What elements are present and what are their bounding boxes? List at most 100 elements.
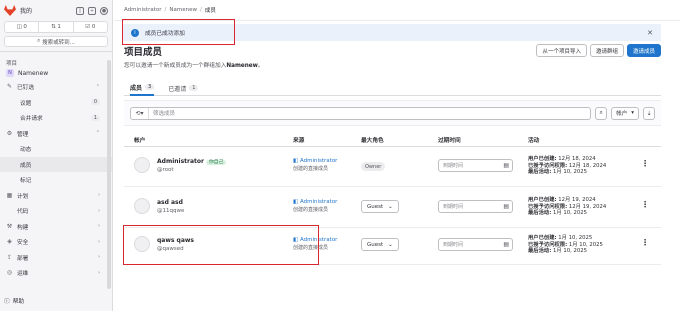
user-avatar-icon[interactable]: ● bbox=[100, 6, 108, 15]
sidebar-item[interactable]: 代码 › bbox=[0, 203, 112, 219]
page-description: 您可以邀请一个新成员成为一个群组加入Namenew。 bbox=[124, 63, 264, 69]
chevron-icon: › bbox=[98, 207, 100, 214]
issues-icon: ◫ bbox=[16, 24, 22, 30]
new-plus-icon[interactable]: + bbox=[88, 6, 96, 15]
todos-count-button[interactable]: ☑ 0 bbox=[74, 22, 107, 32]
sidebar-project[interactable]: N Namenew bbox=[0, 67, 112, 79]
issues-count-button[interactable]: ◫ 0 bbox=[5, 22, 40, 32]
filter-bar: ⟲▾ 筛选成员 ⌕ 帐户 ▾ ⇣ bbox=[124, 100, 661, 126]
you-badge: 你自己 bbox=[205, 160, 227, 165]
count-badge: 1 bbox=[90, 114, 100, 121]
chevron-icon: › bbox=[98, 223, 100, 230]
invite-group-button[interactable]: 邀请群组 bbox=[589, 44, 624, 57]
calendar-icon: ▤ bbox=[503, 203, 509, 210]
breadcrumb-item[interactable]: 成员 bbox=[205, 6, 216, 14]
nav-icon: ▦ bbox=[6, 191, 13, 199]
expiration-date-input[interactable]: 到期时间 ▤ bbox=[438, 159, 513, 172]
nav-icon: ⚙ bbox=[6, 129, 13, 137]
calendar-icon: ▤ bbox=[503, 241, 509, 248]
help-button[interactable]: ⓘ 帮助 bbox=[4, 296, 24, 305]
table-row: asd asd @11qqwe ◧ Administrator 创建的直接成员 G… bbox=[124, 188, 661, 228]
sidebar-item[interactable]: 动态 bbox=[0, 141, 112, 157]
sort-direction-button[interactable]: ⇣ bbox=[643, 106, 655, 120]
role-dropdown[interactable]: Guest ⌄ bbox=[361, 238, 399, 251]
invite-members-button[interactable]: 邀请成员 bbox=[626, 44, 661, 57]
sidebar-item[interactable]: ⚒ 构建 › bbox=[0, 219, 112, 235]
source-link[interactable]: ◧ Administrator bbox=[293, 199, 337, 205]
sidebar-item[interactable]: ⚙ 管理 ⌃ bbox=[0, 126, 112, 142]
avatar[interactable] bbox=[134, 157, 150, 173]
more-actions-icon[interactable]: ⋮ bbox=[641, 238, 649, 247]
help-icon: ⓘ bbox=[4, 299, 10, 305]
count-badge: 0 bbox=[90, 99, 100, 106]
user-name[interactable]: Administrator 你自己 bbox=[157, 158, 227, 165]
source-note: 创建的直接成员 bbox=[293, 166, 329, 172]
sidebar-section-label: 项目 bbox=[6, 61, 18, 67]
search-button[interactable]: ⌕ 搜索或转到... bbox=[4, 36, 108, 47]
expiration-date-input[interactable]: 到期时间 ▤ bbox=[438, 200, 513, 213]
activity-info: 用户已创建: 12月 19, 2024 已授予访问权限: 12月 19, 202… bbox=[528, 197, 607, 216]
highlight-box bbox=[123, 225, 319, 265]
sidebar-item[interactable]: 标记 bbox=[0, 172, 112, 188]
chevron-icon: › bbox=[98, 238, 100, 245]
more-actions-icon[interactable]: ⋮ bbox=[641, 200, 649, 209]
chevron-down-icon: ⌄ bbox=[388, 241, 393, 248]
member-tabs: 成员 3 已邀请 1 bbox=[124, 80, 661, 96]
user-name[interactable]: asd asd bbox=[157, 199, 183, 206]
sidebar-title: 我的 bbox=[20, 8, 33, 15]
role-badge: Owner bbox=[361, 162, 386, 171]
info-icon: ◧ bbox=[293, 158, 299, 164]
more-actions-icon[interactable]: ⋮ bbox=[641, 159, 649, 168]
filter-input[interactable]: ⟲▾ 筛选成员 bbox=[130, 106, 592, 120]
user-handle: @root bbox=[157, 167, 174, 173]
sidebar-item[interactable]: 合并请求 1 bbox=[0, 110, 112, 126]
sort-dropdown[interactable]: 帐户 ▾ bbox=[611, 106, 639, 120]
sidebar-item[interactable]: 议题 0 bbox=[0, 95, 112, 111]
nav-icon: ⚒ bbox=[6, 222, 13, 230]
chevron-icon: › bbox=[98, 192, 100, 199]
nav-icon: ⇪ bbox=[6, 253, 13, 261]
search-icon: ⌕ bbox=[37, 38, 41, 44]
calendar-icon: ▤ bbox=[503, 162, 509, 169]
nav-icon: ◈ bbox=[7, 238, 12, 246]
expiration-date-input[interactable]: 到期时间 ▤ bbox=[438, 238, 513, 251]
breadcrumb-item[interactable]: Administrator bbox=[124, 7, 162, 13]
tab-members[interactable]: 成员 3 bbox=[130, 80, 155, 96]
project-name: Namenew bbox=[18, 69, 49, 77]
chevron-icon: › bbox=[98, 269, 100, 276]
source-note: 创建的直接成员 bbox=[293, 207, 329, 213]
sort-icon: ⇣ bbox=[646, 109, 652, 117]
sidebar-item[interactable]: ◎ 运维 › bbox=[0, 265, 112, 281]
breadcrumb: Administrator / Namenew / 成员 bbox=[114, 0, 680, 21]
search-icon: ⌕ bbox=[599, 109, 603, 116]
source-link[interactable]: ◧ Administrator bbox=[293, 158, 337, 164]
activity-info: 用户已创建: 12月 18, 2024 已授予访问权限: 12月 18, 202… bbox=[528, 156, 607, 175]
breadcrumb-item[interactable]: Namenew bbox=[169, 7, 197, 13]
chevron-down-icon: ▾ bbox=[631, 110, 634, 116]
role-dropdown[interactable]: Guest ⌄ bbox=[361, 200, 399, 213]
chevron-icon: ⌃ bbox=[95, 83, 100, 90]
sidebar-header: 我的 ▯ + ● bbox=[0, 0, 112, 21]
chevron-down-icon: ⌄ bbox=[388, 203, 393, 210]
search-submit-button[interactable]: ⌕ bbox=[595, 106, 608, 120]
activity-counts: ◫ 0 ⇅ 1 ☑ 0 bbox=[4, 21, 108, 33]
highlight-box bbox=[122, 19, 235, 45]
history-icon[interactable]: ⟲▾ bbox=[131, 107, 149, 119]
sidebar-scrollbar[interactable] bbox=[107, 60, 111, 289]
sidebar-item[interactable]: ◈ 安全 › bbox=[0, 234, 112, 250]
todo-icon: ☑ bbox=[85, 24, 91, 30]
sidebar-item[interactable]: ⇪ 部署 › bbox=[0, 250, 112, 266]
gitlab-logo-icon[interactable] bbox=[4, 5, 16, 16]
activity-info: 用户已创建: 1月 10, 2025 已授予访问权限: 1月 10, 2025 … bbox=[528, 235, 603, 254]
table-header: 帐户 来源 最大角色 过期时间 活动 bbox=[124, 133, 661, 147]
sidebar-item[interactable]: ▦ 计划 › bbox=[0, 188, 112, 204]
import-from-project-button[interactable]: 从一个项目导入 bbox=[536, 44, 587, 57]
merge-requests-count-button[interactable]: ⇅ 1 bbox=[39, 22, 74, 32]
panel-toggle-icon[interactable]: ▯ bbox=[76, 6, 84, 15]
tab-invited[interactable]: 已邀请 1 bbox=[168, 80, 199, 96]
sidebar-item[interactable]: 成员 bbox=[0, 156, 112, 172]
avatar[interactable] bbox=[134, 198, 150, 214]
sidebar-item[interactable]: ✎ 已钉选 ⌃ bbox=[0, 79, 112, 95]
user-handle: @11qqwe bbox=[157, 208, 185, 214]
close-icon[interactable]: ✕ bbox=[647, 29, 653, 37]
